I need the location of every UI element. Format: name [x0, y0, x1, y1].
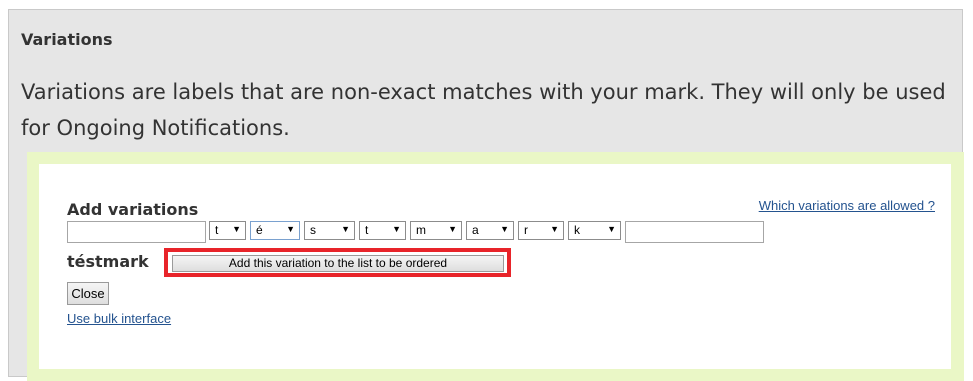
dropdown-arrow-icon: ▼: [286, 224, 295, 234]
dropdown-arrow-icon: ▼: [500, 224, 509, 234]
char-select-3[interactable]: s ▼: [304, 221, 355, 240]
char-select-5[interactable]: m ▼: [410, 221, 462, 240]
add-variations-box: Add variations Which variations are allo…: [39, 164, 951, 369]
dropdown-arrow-icon: ▼: [607, 224, 616, 234]
dropdown-arrow-icon: ▼: [550, 224, 559, 234]
char-value: a: [472, 223, 479, 237]
variation-preview: téstmark: [67, 252, 149, 271]
char-value: t: [215, 223, 219, 237]
add-variation-button[interactable]: Add this variation to the list to be ord…: [172, 255, 504, 272]
dropdown-arrow-icon: ▼: [448, 224, 457, 234]
char-select-7[interactable]: r ▼: [518, 221, 564, 240]
allowed-variations-link[interactable]: Which variations are allowed ?: [759, 198, 935, 213]
char-value: r: [524, 223, 528, 237]
prefix-input[interactable]: [67, 221, 206, 243]
dropdown-arrow-icon: ▼: [232, 224, 241, 234]
variations-panel: Variations Variations are labels that ar…: [8, 9, 964, 381]
char-select-1[interactable]: t ▼: [209, 221, 246, 240]
section-title: Variations: [21, 30, 113, 49]
char-value: t: [365, 223, 369, 237]
char-value: é: [256, 223, 263, 237]
add-variations-frame: Add variations Which variations are allo…: [27, 152, 964, 381]
dropdown-arrow-icon: ▼: [341, 224, 350, 234]
dropdown-arrow-icon: ▼: [392, 224, 401, 234]
char-select-6[interactable]: a ▼: [466, 221, 514, 240]
char-select-4[interactable]: t ▼: [359, 221, 406, 240]
section-description: Variations are labels that are non-exact…: [21, 80, 946, 140]
suffix-input[interactable]: [625, 221, 764, 243]
char-value: m: [416, 223, 426, 237]
char-select-8[interactable]: k ▼: [568, 221, 621, 240]
char-value: k: [574, 223, 580, 237]
char-value: s: [310, 223, 316, 237]
bulk-interface-link[interactable]: Use bulk interface: [67, 311, 171, 326]
add-variations-heading: Add variations: [67, 200, 199, 219]
close-button[interactable]: Close: [67, 282, 109, 305]
char-select-2[interactable]: é ▼: [250, 221, 300, 240]
highlight-frame: Add this variation to the list to be ord…: [164, 248, 511, 277]
